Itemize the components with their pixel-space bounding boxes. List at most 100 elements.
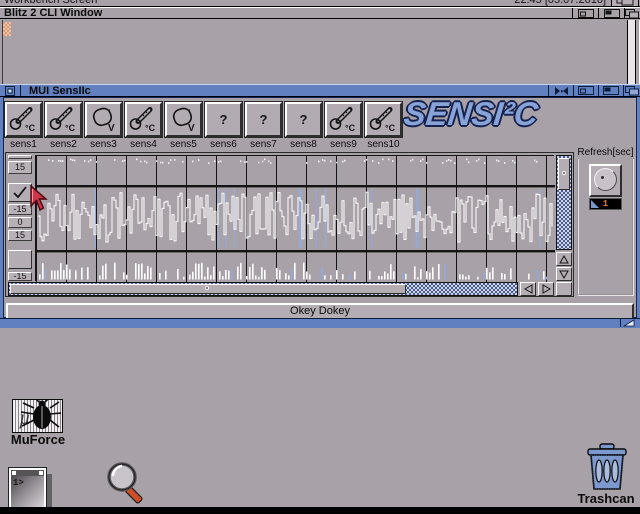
sensor-button-sens4[interactable]: °C °C °C [125,102,162,137]
thermometer-icon: °C [127,106,160,133]
app-logo: SENSI²C [402,97,585,130]
screen-bottom-strip [0,507,640,514]
horizontal-scroll-thumb[interactable] [10,284,406,294]
knob-indicator-dot [601,176,604,179]
shell-icon[interactable]: 1> [9,468,46,509]
scroll-down-button[interactable] [556,267,572,281]
depth-icon [625,86,640,96]
sensor-label-sens7: sens7 [245,140,282,150]
voltage-icon: V [167,106,200,133]
resize-icon [623,319,635,327]
close-icon [5,86,15,96]
scroll-left-button[interactable] [520,282,536,296]
zoom-icon [578,9,594,18]
screen-titlebar: Workbench Screen 22:45 [05.07.2010] [0,0,640,7]
cli-zip-gadget[interactable] [598,8,624,19]
shell-icon-body: 1> [11,476,44,507]
svg-text:V: V [108,123,115,133]
arrow-up-icon [559,255,569,264]
thermometer-icon: °C [367,106,400,133]
sensor-button-sens10[interactable]: °C °C [365,102,402,137]
magnifier-icon[interactable] [104,462,152,510]
cli-window: Blitz 2 CLI Window [0,7,640,84]
muforce-icon[interactable]: µ [12,399,63,433]
sensor-button-sens6[interactable]: ? [205,102,242,137]
unknown-sensor-icon: ? [300,112,308,127]
window-resize-gadget[interactable] [620,319,637,327]
arrow-left-icon [524,284,533,294]
scroll-right-button[interactable] [538,282,554,296]
checkmark-icon [12,186,28,199]
sensor-label-sens3: sens3 [85,140,122,150]
screen-clock: 22:45 [05.07.2010] [514,0,606,6]
scale-box-top-15: 15 [8,161,32,174]
sensor-button-sens2[interactable]: °C °C °C [45,102,82,137]
sensor-button-sens5[interactable]: V V V [165,102,202,137]
svg-text:°C: °C [25,123,36,133]
sensor-plot-area [35,155,554,281]
scale-box-mid-neg15: -15 [8,204,32,215]
cli-depth-gadget[interactable] [624,8,640,19]
window-zip-gadget[interactable] [598,85,623,96]
window-bottom-border [0,318,640,328]
window-title: MUI SensIIc [21,85,91,96]
zip-icon [604,9,620,18]
depth-icon [625,9,640,19]
shell-icon-depth-dot [39,471,43,475]
svg-text:°C: °C [385,123,396,133]
thermometer-icon: °C [327,106,360,133]
window-iconify-gadget[interactable] [548,85,573,96]
sensi-titlebar[interactable]: MUI SensIIc [0,84,640,97]
cli-body[interactable] [0,20,640,84]
sensor-label-sens1: sens1 [5,140,42,150]
bug-icon: µ [13,400,62,432]
svg-text:°C: °C [145,123,156,133]
sensi-window: MUI SensIIc [0,84,640,328]
sensor-label-sens5: sens5 [165,140,202,150]
graph-vertical-scrollbar[interactable] [556,155,572,250]
refresh-value: 1 [603,199,608,209]
svg-text:V: V [188,123,195,133]
arrow-right-icon [542,284,551,294]
cli-zoom-gadget[interactable] [572,8,598,19]
cli-scrollbar[interactable] [627,20,636,84]
vertical-scroll-thumb[interactable] [558,158,570,190]
zoom-icon [578,86,594,95]
scroll-up-button[interactable] [556,252,572,266]
sensor-button-sens8[interactable]: ? [285,102,322,137]
scrollbar-corner [556,282,572,296]
screen-depth-gadget[interactable] [611,0,639,7]
refresh-label: Refresh[sec] [576,147,634,159]
mouse-pointer [30,185,48,213]
knob-icon [594,168,617,191]
window-depth-gadget[interactable] [623,85,640,96]
trashcan-icon[interactable] [583,443,631,492]
scale-box-bottom-neg15: -15 [8,272,32,281]
thumb-grip-icon [205,286,209,290]
sensor-button-sens3[interactable]: V V V [85,102,122,137]
window-zoom-gadget[interactable] [573,85,598,96]
graph-row3-checkbox[interactable] [8,250,32,269]
svg-text:°C: °C [65,123,76,133]
sensor-button-sens1[interactable]: °C °C °C [5,102,42,137]
workbench-screen: { "screen": { "title": "Workbench Screen… [0,0,640,514]
zip-icon [603,86,619,95]
shell-icon-close-dot [12,471,16,475]
sensor-label-sens9: sens9 [325,140,362,150]
sensor-label-sens8: sens8 [285,140,322,150]
window-close-gadget[interactable] [0,85,21,96]
cli-titlebar[interactable]: Blitz 2 CLI Window [0,7,640,19]
graph-group: 15 -15 0 15 -15 [5,152,574,297]
refresh-knob[interactable] [589,164,622,197]
svg-text:°C: °C [345,123,356,133]
graph-row2-checkbox[interactable] [8,183,32,202]
sensor-button-sens7[interactable]: ? [245,102,282,137]
thermometer-icon: °C [7,106,40,133]
cli-text-cursor [3,22,11,36]
graph-horizontal-scrollbar[interactable] [8,282,518,296]
arrow-down-icon [559,270,569,279]
scale-box-mid-0: 0 [8,217,32,228]
sensor-label-sens2: sens2 [45,140,82,150]
unknown-sensor-icon: ? [260,112,268,127]
sensor-button-sens9[interactable]: °C °C [325,102,362,137]
